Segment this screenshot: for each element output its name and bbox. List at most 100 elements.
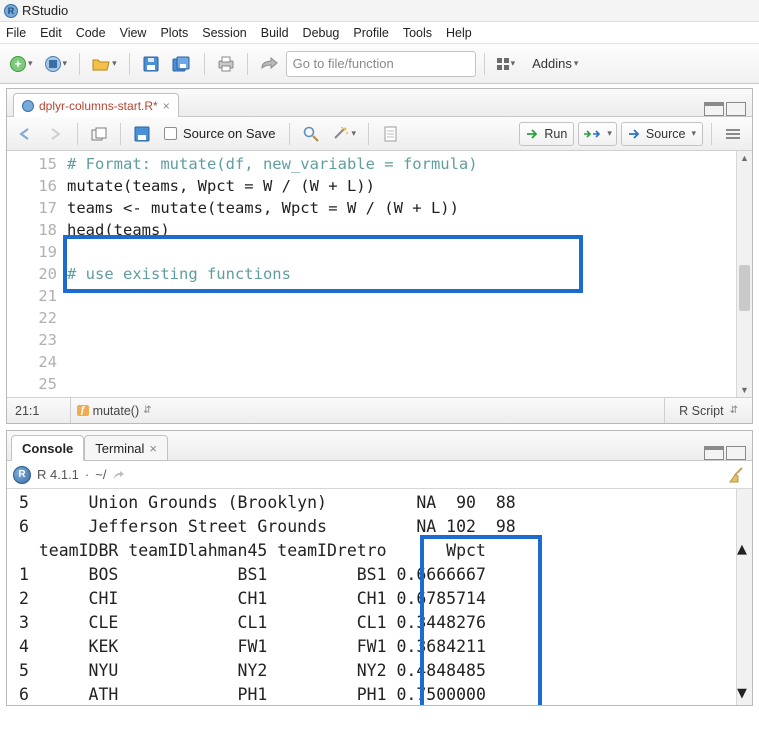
save-all-button[interactable] (168, 51, 196, 77)
language-selector[interactable]: R Script ⇵ (664, 398, 752, 423)
menu-view[interactable]: View (120, 26, 147, 40)
project-icon (45, 56, 61, 72)
wand-icon (332, 127, 350, 141)
scroll-down-icon[interactable]: ▼ (737, 383, 752, 397)
menu-build[interactable]: Build (261, 26, 289, 40)
window-titlebar: R RStudio (0, 0, 759, 22)
source-on-save-checkbox[interactable]: Source on Save (159, 121, 281, 147)
outline-button[interactable] (720, 121, 746, 147)
goto-placeholder: Go to file/function (293, 56, 394, 71)
open-file-button[interactable] (88, 51, 121, 77)
popout-icon (91, 127, 107, 141)
panes-layout-button[interactable] (493, 51, 520, 77)
new-project-button[interactable] (41, 51, 72, 77)
code-line[interactable]: teams <- mutate(teams, Wpct = W / (W + L… (67, 197, 734, 219)
scroll-up-icon[interactable]: ▲ (737, 537, 752, 561)
source-tabstrip: dplyr-columns-start.R* × (7, 89, 752, 117)
nav-back-button[interactable] (13, 121, 39, 147)
maximize-pane-button[interactable] (726, 446, 746, 460)
tab-terminal[interactable]: Terminal × (84, 435, 168, 461)
r-version: R 4.1.1 (37, 467, 79, 482)
code-area[interactable]: # Format: mutate(df, new_variable = form… (67, 151, 734, 397)
run-arrow-icon (526, 128, 540, 140)
separator (368, 123, 369, 145)
main-toolbar: + Go to file/function Addins (0, 44, 759, 84)
language-label: R Script (679, 404, 723, 418)
console-header: R R 4.1.1 · ~/ (7, 461, 752, 489)
addins-button[interactable]: Addins (523, 51, 587, 77)
console-row: 5 NYU NY2 NY2 0.4848485 (19, 659, 752, 683)
console-row: 4 KEK FW1 FW1 0.3684211 (19, 635, 752, 659)
code-line[interactable]: # use existing functions (67, 263, 734, 285)
save-source-button[interactable] (129, 121, 155, 147)
menu-profile[interactable]: Profile (353, 26, 388, 40)
outline-icon (725, 128, 741, 140)
compile-report-button[interactable] (377, 121, 403, 147)
show-in-new-window-button[interactable] (86, 121, 112, 147)
tab-console[interactable]: Console (11, 435, 84, 461)
scroll-up-icon[interactable]: ▲ (737, 151, 752, 165)
nav-fwd-button[interactable] (43, 121, 69, 147)
code-editor[interactable]: 1516171819202122232425 # Format: mutate(… (7, 151, 752, 397)
goto-button[interactable] (256, 51, 282, 77)
console-scrollbar[interactable]: ▲ ▼ (736, 489, 752, 705)
menu-debug[interactable]: Debug (303, 26, 340, 40)
console-row: 2 CHI CH1 CH1 0.6785714 (19, 587, 752, 611)
separator (484, 53, 485, 75)
code-line[interactable] (67, 241, 734, 263)
separator (711, 123, 712, 145)
run-label: Run (544, 127, 567, 141)
menu-file[interactable]: File (6, 26, 26, 40)
minimize-pane-button[interactable] (704, 446, 724, 460)
run-button[interactable]: Run (519, 122, 574, 146)
menu-edit[interactable]: Edit (40, 26, 62, 40)
maximize-pane-button[interactable] (726, 102, 746, 116)
scroll-thumb[interactable] (739, 265, 750, 311)
r-logo-icon: R (13, 466, 31, 484)
source-pane: dplyr-columns-start.R* × Source on Save … (6, 88, 753, 424)
source-label: Source (646, 127, 686, 141)
clear-console-button[interactable] (728, 467, 746, 483)
source-toolbar: Source on Save Run Source (7, 117, 752, 151)
menu-code[interactable]: Code (76, 26, 106, 40)
goto-file-input[interactable]: Go to file/function (286, 51, 476, 77)
scroll-down-icon[interactable]: ▼ (737, 681, 752, 705)
separator (120, 123, 121, 145)
source-button[interactable]: Source (621, 122, 703, 146)
scope-badge-icon: ƒ (77, 405, 89, 416)
menu-tools[interactable]: Tools (403, 26, 432, 40)
find-button[interactable] (298, 121, 324, 147)
arrow-left-icon (18, 128, 34, 140)
scope-selector[interactable]: ƒ mutate() ⇵ (71, 404, 664, 418)
working-dir[interactable]: ~/ (95, 467, 106, 482)
menu-session[interactable]: Session (202, 26, 246, 40)
new-file-button[interactable]: + (6, 51, 37, 77)
print-button[interactable] (213, 51, 239, 77)
goto-wd-icon[interactable] (112, 469, 124, 481)
arrow-right-icon (48, 128, 64, 140)
menu-help[interactable]: Help (446, 26, 472, 40)
code-tools-button[interactable] (328, 121, 361, 147)
rerun-icon (583, 128, 601, 140)
notebook-icon (383, 126, 397, 142)
save-button[interactable] (138, 51, 164, 77)
source-filename: dplyr-columns-start.R* (39, 99, 158, 113)
code-line[interactable]: head(teams) (67, 219, 734, 241)
minimize-pane-button[interactable] (704, 102, 724, 116)
code-line[interactable]: # Format: mutate(df, new_variable = form… (67, 153, 734, 175)
separator (77, 123, 78, 145)
folder-open-icon (92, 57, 110, 71)
menu-plots[interactable]: Plots (160, 26, 188, 40)
console-output[interactable]: 5 Union Grounds (Brooklyn) NA 90 886 Jef… (7, 489, 752, 705)
console-row: 3 CLE CL1 CL1 0.3448276 (19, 611, 752, 635)
code-line[interactable]: mutate(teams, Wpct = W / (W + L)) (67, 175, 734, 197)
r-file-icon (22, 100, 34, 112)
window-title: RStudio (22, 3, 68, 18)
source-tab[interactable]: dplyr-columns-start.R* × (13, 93, 179, 117)
rerun-button[interactable] (578, 122, 617, 146)
broom-icon (728, 467, 746, 483)
editor-scrollbar[interactable]: ▲ ▼ (736, 151, 752, 397)
close-tab-icon[interactable]: × (149, 441, 157, 456)
close-tab-icon[interactable]: × (163, 99, 170, 113)
cursor-position: 21:1 (7, 398, 71, 423)
